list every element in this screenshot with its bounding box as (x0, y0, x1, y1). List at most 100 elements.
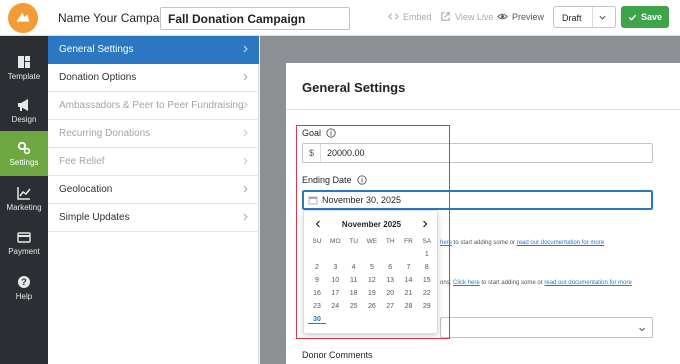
calendar-day[interactable]: 1 (418, 251, 436, 258)
calendar-day[interactable]: 14 (400, 277, 418, 284)
calendar-day[interactable]: 28 (400, 303, 418, 310)
chevron-right-icon[interactable] (420, 219, 430, 229)
calendar-day[interactable]: 19 (363, 290, 381, 297)
calendar-day[interactable]: 25 (345, 303, 363, 310)
help-text-line-1: here to start adding some or read our do… (440, 240, 604, 246)
menu-item-general-settings[interactable]: General Settings (48, 36, 259, 64)
calendar-day[interactable]: 6 (381, 264, 399, 271)
code-icon (388, 13, 399, 20)
hidden-select[interactable] (440, 317, 653, 338)
chevron-right-icon (243, 101, 248, 109)
chart-icon (17, 186, 31, 200)
calendar-day[interactable]: 11 (345, 277, 363, 284)
view-live-link[interactable]: View Live (440, 11, 493, 22)
menu-item-label: General Settings (59, 44, 134, 55)
panel-divider (286, 109, 680, 110)
view-live-label: View Live (455, 11, 494, 22)
help-text-2: to start adding some or (479, 280, 545, 286)
calendar-day[interactable]: 16 (308, 290, 326, 297)
chevron-right-icon (243, 213, 248, 221)
help-link-click-here[interactable]: Click here (453, 280, 480, 286)
sidebar-item-label: Help (15, 291, 33, 301)
sidebar-item-settings[interactable]: Settings (0, 131, 48, 176)
eye-icon (497, 13, 508, 20)
chevron-down-icon (639, 327, 645, 332)
calendar-day[interactable]: 2 (308, 264, 326, 271)
calendar-day[interactable]: 12 (363, 277, 381, 284)
donor-comments-label: Donor Comments (302, 350, 373, 360)
sidebar-item-label: Design (11, 114, 37, 124)
settings-menu: General Settings Donation Options Ambass… (48, 36, 259, 364)
calendar-day[interactable]: 10 (326, 277, 344, 284)
menu-item-geolocation[interactable]: Geolocation (48, 176, 259, 204)
menu-item-label: Simple Updates (59, 212, 130, 223)
sidebar-item-marketing[interactable]: Marketing (0, 176, 48, 221)
menu-item-ambassadors[interactable]: Ambassadors & Peer to Peer Fundraising (48, 92, 259, 120)
save-button[interactable]: Save (621, 6, 669, 28)
calendar-day[interactable]: 27 (381, 303, 399, 310)
calendar-day[interactable]: 26 (363, 303, 381, 310)
gears-icon (17, 141, 31, 154)
sidebar-item-label: Template (7, 71, 41, 81)
calendar-day[interactable]: 18 (345, 290, 363, 297)
menu-item-recurring-donations[interactable]: Recurring Donations (48, 120, 259, 148)
calendar-day[interactable]: 15 (418, 277, 436, 284)
chevron-right-icon (243, 129, 248, 137)
external-link-icon (441, 12, 450, 21)
calendar-day-selected[interactable]: 30 (308, 316, 326, 324)
date-picker-month: November 2025 (341, 220, 402, 229)
calendar-day[interactable]: 21 (400, 290, 418, 297)
menu-item-label: Ambassadors & Peer to Peer Fundraising (59, 100, 244, 111)
calendar-day[interactable]: 8 (418, 264, 436, 271)
calendar-day[interactable]: 5 (363, 264, 381, 271)
calendar-day[interactable]: 13 (381, 277, 399, 284)
weekday-label: TH (385, 238, 395, 245)
preview-label: Preview (512, 11, 545, 22)
logo-icon (16, 12, 30, 22)
builder-sidebar: Template Design Settings Marketing Payme… (0, 36, 48, 364)
select-divider (592, 7, 593, 27)
check-icon (628, 14, 637, 21)
calendar-day[interactable]: 9 (308, 277, 326, 284)
calendar-day[interactable]: 22 (418, 290, 436, 297)
calendar-day[interactable]: 4 (345, 264, 363, 271)
sidebar-item-label: Marketing (6, 202, 42, 212)
chevron-right-icon (243, 45, 248, 53)
help-icon: ? (18, 275, 30, 288)
documentation-link[interactable]: read our documentation for more (544, 280, 631, 286)
sidebar-item-label: Settings (9, 157, 39, 167)
calendar-day[interactable]: 29 (418, 303, 436, 310)
calendar-day[interactable]: 3 (326, 264, 344, 271)
megaphone-icon (18, 98, 28, 111)
help-text-1: to start adding some or (452, 240, 517, 246)
sidebar-item-template[interactable]: Template (0, 45, 48, 90)
calendar-day[interactable]: 17 (326, 290, 344, 297)
menu-item-fee-relief[interactable]: Fee Relief (48, 148, 259, 176)
menu-item-label: Fee Relief (59, 156, 105, 167)
status-select-value: Draft (562, 13, 582, 23)
calendar-day[interactable]: 7 (400, 264, 418, 271)
campaign-name-input[interactable]: Fall Donation Campaign (160, 7, 350, 30)
top-bar: Name Your Campaign: Fall Donation Campai… (0, 0, 680, 36)
preview-link[interactable]: Preview (497, 11, 544, 22)
chevron-down-icon (599, 15, 606, 20)
sidebar-item-payment[interactable]: Payment (0, 220, 48, 265)
calendar-day[interactable]: 23 (308, 303, 326, 310)
date-picker[interactable]: November 2025 SU MO TU WE TH FR SA 1 2 3 4 5 6 7 8 9 10 1… (303, 210, 438, 334)
weekday-label: MO (330, 238, 341, 245)
embed-link[interactable]: Embed (388, 11, 432, 22)
sidebar-item-design[interactable]: Design (0, 88, 48, 133)
weekday-label: SA (422, 238, 432, 245)
status-select[interactable]: Draft (553, 6, 616, 28)
menu-item-donation-options[interactable]: Donation Options (48, 64, 259, 92)
documentation-link[interactable]: read our documentation for more (517, 240, 604, 246)
calendar-day[interactable]: 20 (381, 290, 399, 297)
sidebar-item-help[interactable]: ? Help (0, 265, 48, 310)
calendar-day[interactable]: 24 (326, 303, 344, 310)
weekday-label: TU (349, 238, 358, 245)
charitable-logo[interactable] (8, 3, 38, 33)
chevron-right-icon (243, 185, 248, 193)
svg-text:?: ? (21, 277, 27, 287)
menu-item-simple-updates[interactable]: Simple Updates (48, 204, 259, 232)
panel-title: General Settings (302, 80, 406, 95)
